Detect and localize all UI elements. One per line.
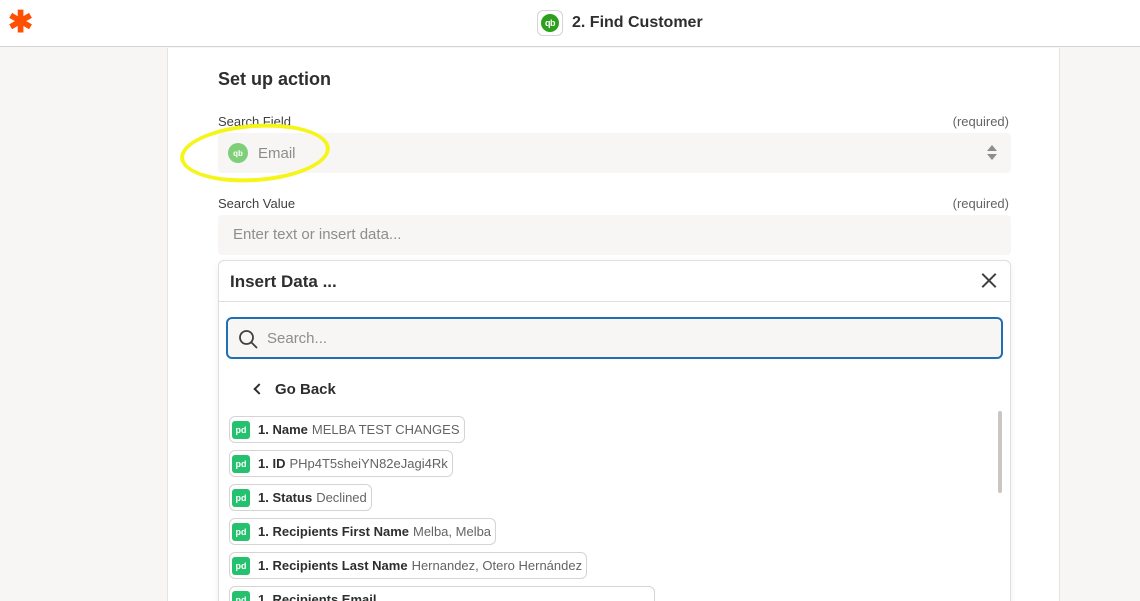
insert-data-title: Insert Data ... (230, 272, 337, 291)
pandadoc-icon: pd (232, 556, 250, 575)
item-key: 1. Recipients First Name (258, 524, 409, 539)
list-item[interactable]: pd 1. Name MELBA TEST CHANGES (229, 416, 465, 443)
search-value-label: Search Value (218, 196, 296, 211)
item-key: 1. ID (258, 456, 286, 471)
select-arrows-icon (987, 145, 997, 161)
item-value: MELBA TEST CHANGES (311, 422, 460, 437)
item-value: Melba, Melba (413, 524, 492, 539)
insert-data-search[interactable] (226, 317, 1003, 359)
search-value-input[interactable]: Enter text or insert data... (218, 215, 1011, 255)
list-item[interactable]: pd 1. Status Declined (229, 484, 372, 511)
insert-data-dropdown: Insert Data ... Go Back pd 1. Name MELBA… (218, 260, 1011, 601)
section-title: Set up action (218, 69, 332, 89)
page-title: 2. Find Customer (572, 14, 703, 31)
pandadoc-icon: pd (232, 590, 250, 601)
pandadoc-icon: pd (232, 454, 250, 473)
chevron-left-icon (253, 383, 265, 395)
insert-data-header: Insert Data ... (219, 261, 1010, 302)
item-key: 1. Status (258, 490, 313, 505)
setup-action-panel: Set up action Search Field (required) qb… (167, 48, 1060, 601)
annotation-highlight-circle (178, 118, 332, 188)
insert-data-search-input[interactable] (267, 319, 967, 357)
list-item[interactable]: pd 1. Recipients First Name Melba, Melba (229, 518, 497, 545)
pandadoc-icon: pd (232, 488, 250, 507)
quickbooks-icon: qb (541, 14, 559, 32)
search-icon (239, 330, 258, 349)
pandadoc-icon: pd (232, 522, 250, 541)
search-field-select[interactable]: qb Email (218, 133, 1011, 173)
search-field-required: (required) (952, 114, 1009, 129)
item-value: PHp4T5sheiYN82eJagi4Rk (289, 456, 448, 471)
top-bar: ✱ qb 2. Find Customer (0, 0, 1140, 47)
list-scrollbar[interactable] (998, 411, 1002, 493)
list-item[interactable]: pd 1. Recipients Last Name Hernandez, Ot… (229, 552, 588, 579)
item-key: 1. Name (258, 422, 308, 437)
close-icon[interactable] (978, 269, 1000, 291)
item-value: Declined (316, 490, 367, 505)
go-back-button[interactable]: Go Back (253, 379, 336, 399)
pandadoc-icon: pd (232, 420, 250, 439)
item-key: 1. Recipients Email (258, 592, 377, 601)
item-key: 1. Recipients Last Name (258, 558, 408, 573)
list-item[interactable]: pd 1. Recipients Email (229, 586, 655, 601)
zapier-logo-icon[interactable]: ✱ (8, 8, 33, 38)
search-value-required: (required) (952, 196, 1009, 211)
step-title-group: qb 2. Find Customer (537, 10, 703, 36)
item-value: Hernandez, Otero Hernández (411, 558, 583, 573)
quickbooks-app-badge: qb (537, 10, 563, 36)
list-item[interactable]: pd 1. ID PHp4T5sheiYN82eJagi4Rk (229, 450, 453, 477)
go-back-label: Go Back (275, 380, 336, 398)
